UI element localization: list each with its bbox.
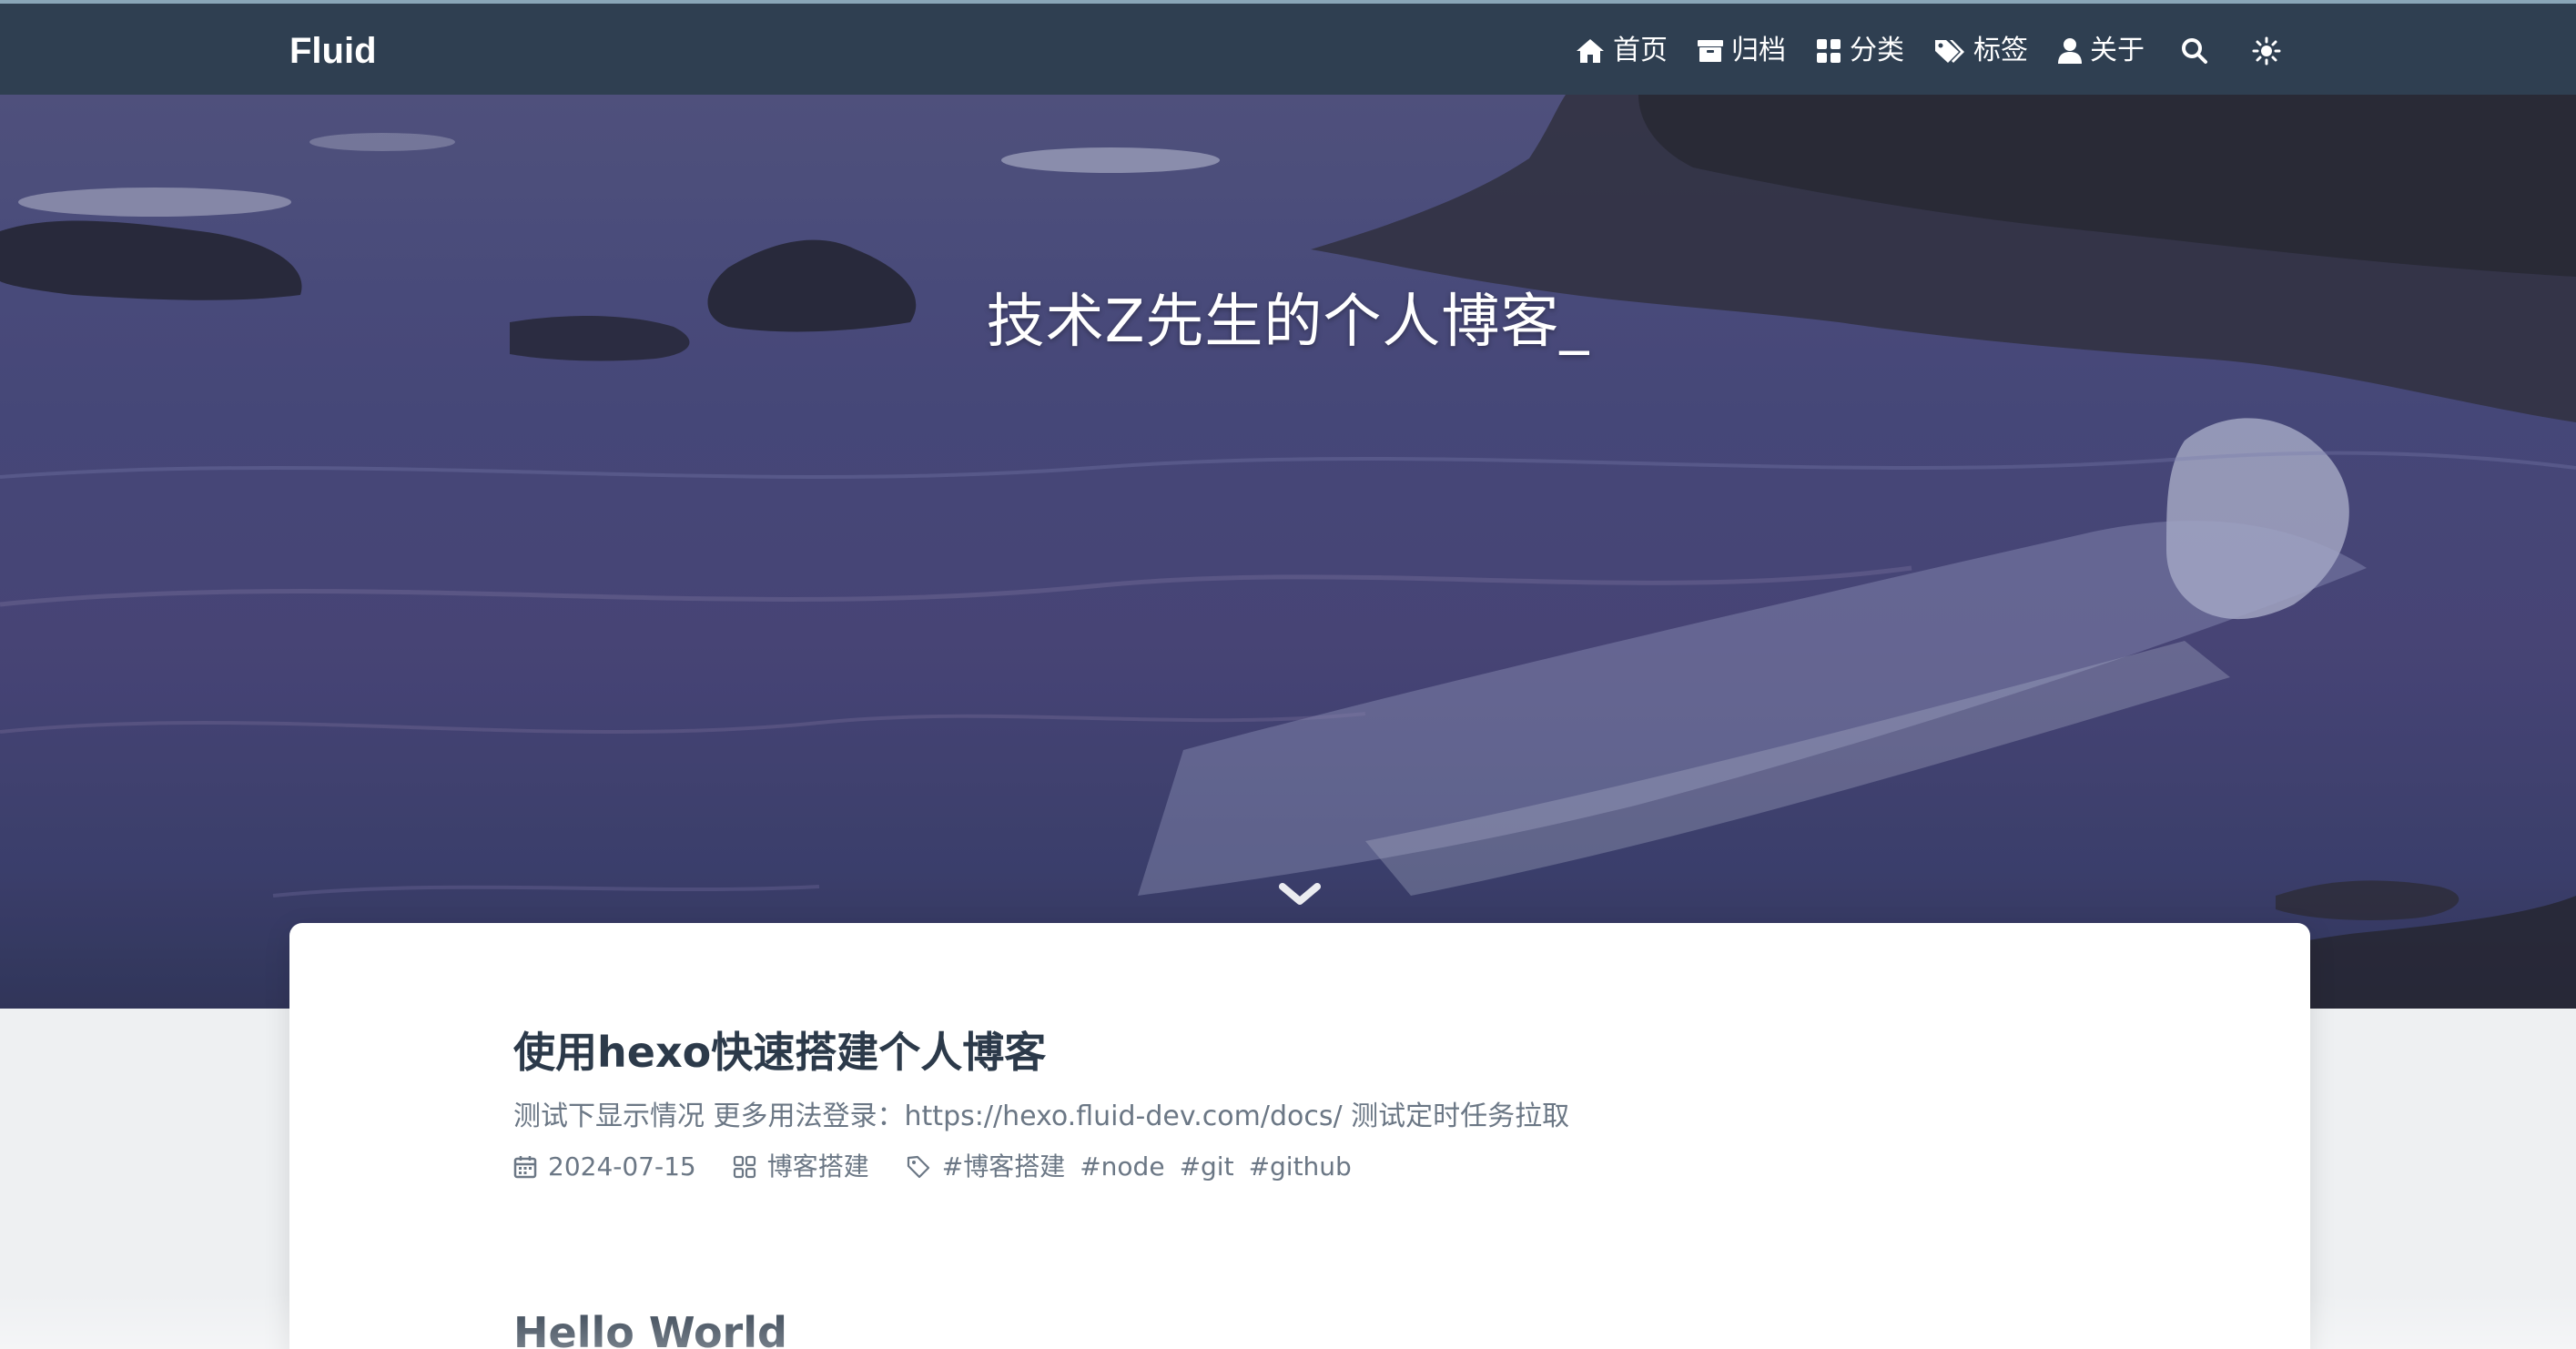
- tag-link[interactable]: #博客搭建: [942, 1149, 1065, 1185]
- nav-item-home[interactable]: 首页: [1575, 29, 1668, 73]
- hero-banner: 技术Z先生的个人博客_: [0, 95, 2576, 1009]
- hero-title: 技术Z先生的个人博客_: [986, 289, 1590, 356]
- archive-icon: [1698, 40, 1723, 62]
- post-date: 2024-07-15: [513, 1149, 696, 1185]
- category-icon: [733, 1155, 756, 1179]
- post-excerpt[interactable]: 测试下显示情况 更多用法登录：https://hexo.fluid-dev.co…: [513, 1098, 1569, 1136]
- calendar-icon: [513, 1156, 537, 1179]
- page: Fluid 首页 归档 分类 标签 关于 技术Z先生的个人博客_ 使用hexo快…: [0, 0, 2576, 1349]
- nav-item-label: 分类: [1850, 35, 1904, 66]
- nav-item-tags[interactable]: 标签: [1933, 29, 2028, 73]
- theme-toggle-button[interactable]: [2252, 36, 2288, 66]
- post-list-card: 使用hexo快速搭建个人博客 测试下显示情况 更多用法登录：https://he…: [289, 923, 2310, 1349]
- sun-icon: [2252, 36, 2281, 66]
- tag-link[interactable]: #node: [1080, 1149, 1164, 1185]
- home-icon: [1577, 39, 1604, 63]
- post-tags: #博客搭建 #node #git #github: [906, 1149, 1366, 1185]
- post-category: 博客搭建: [733, 1149, 869, 1185]
- tag-icon: [1935, 40, 1964, 63]
- post-category-link[interactable]: 博客搭建: [767, 1149, 869, 1185]
- post-date-text: 2024-07-15: [548, 1151, 696, 1182]
- nav-item-archive[interactable]: 归档: [1697, 29, 1786, 73]
- brand-logo[interactable]: Fluid: [289, 29, 377, 73]
- post-title-link[interactable]: Hello World: [513, 1305, 787, 1349]
- nav-item-label: 关于: [2090, 35, 2145, 66]
- post-item: 使用hexo快速搭建个人博客 测试下显示情况 更多用法登录：https://he…: [513, 1025, 1569, 1185]
- nav-item-label: 标签: [1973, 35, 2028, 66]
- user-icon: [2058, 38, 2082, 64]
- tag-icon: [907, 1155, 929, 1179]
- chevron-down-icon[interactable]: [1279, 881, 1321, 908]
- nav-menu: 首页 归档 分类 标签 关于: [1546, 29, 2288, 73]
- search-icon: [2182, 38, 2207, 64]
- post-meta: 2024-07-15 博客搭建 #博客搭建 #node #git #github: [513, 1149, 1569, 1185]
- nav-item-categories[interactable]: 分类: [1815, 29, 1904, 73]
- tag-link[interactable]: #github: [1249, 1149, 1352, 1185]
- category-icon: [1817, 39, 1841, 63]
- nav-item-about[interactable]: 关于: [2057, 29, 2145, 73]
- post-item: Hello World: [513, 1305, 787, 1349]
- search-button[interactable]: [2181, 37, 2216, 65]
- navbar: Fluid 首页 归档 分类 标签 关于: [0, 0, 2576, 95]
- nav-item-label: 首页: [1613, 35, 1668, 66]
- post-title-link[interactable]: 使用hexo快速搭建个人博客: [513, 1025, 1569, 1080]
- banner-background-image: [0, 95, 2576, 1009]
- nav-item-label: 归档: [1731, 35, 1786, 66]
- tag-link[interactable]: #git: [1180, 1149, 1234, 1185]
